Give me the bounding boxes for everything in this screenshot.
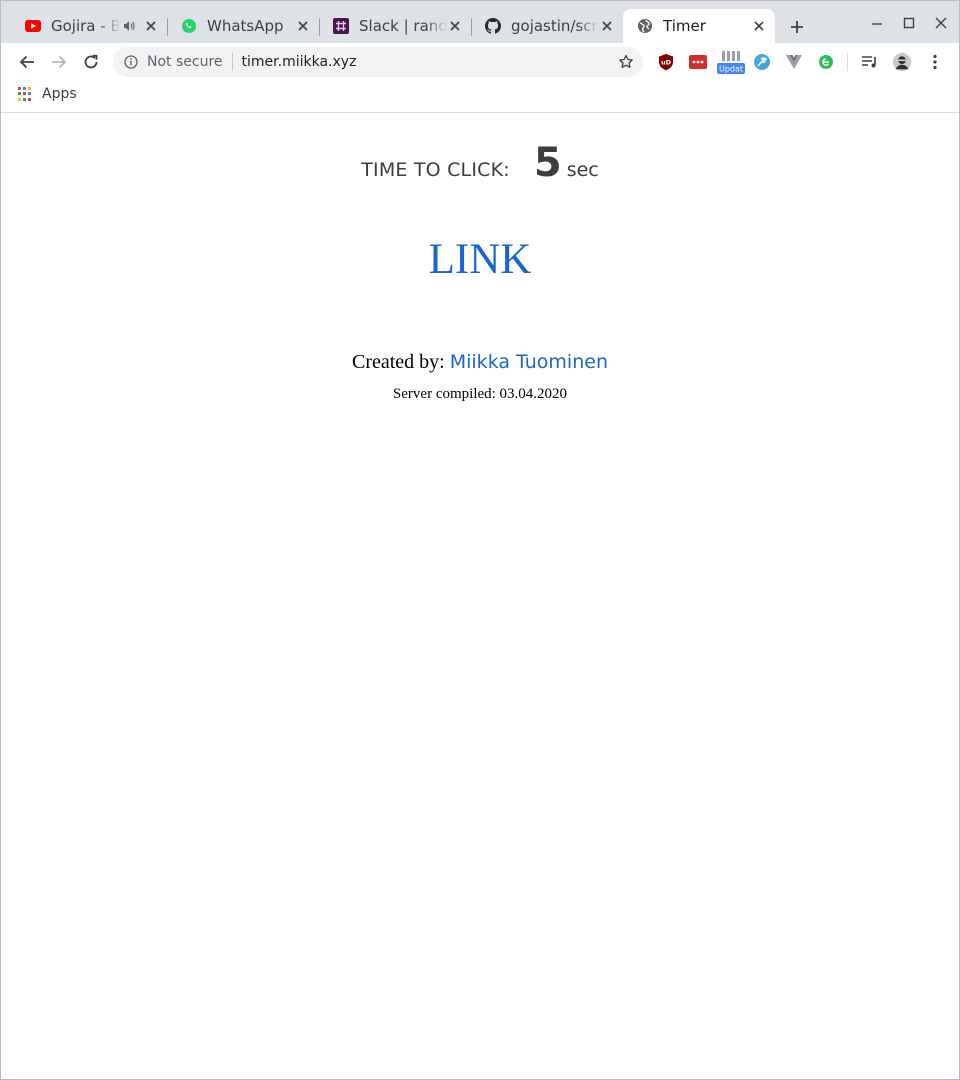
click-link[interactable]: LINK <box>429 236 532 283</box>
back-button[interactable] <box>15 50 39 74</box>
browser-window: Gojira - B WhatsApp Slack | rando <box>0 0 960 1080</box>
tab-title: WhatsApp <box>207 17 284 35</box>
tab-title: gojastin/scre <box>511 17 599 35</box>
info-icon[interactable] <box>123 54 139 70</box>
tab-slack[interactable]: Slack | rando <box>319 9 472 43</box>
tab-whatsapp[interactable]: WhatsApp <box>167 9 320 43</box>
minimize-button[interactable] <box>867 13 887 33</box>
github-icon <box>485 18 501 34</box>
close-icon[interactable] <box>447 18 463 34</box>
timer-display: TIME TO CLICK: 5 sec <box>1 141 959 185</box>
credits-line: Created by: Miikka Tuominen <box>1 351 959 374</box>
timer-value: 5 <box>533 140 562 186</box>
bookmark-star-icon[interactable] <box>617 53 635 71</box>
globe-icon <box>637 18 653 34</box>
toolbar: Not secure timer.miikka.xyz uD Updat <box>1 43 959 81</box>
security-status[interactable]: Not secure <box>147 54 223 70</box>
lastpass-icon[interactable] <box>688 52 708 72</box>
evernote-clipper-icon[interactable] <box>816 52 836 72</box>
close-icon[interactable] <box>295 18 311 34</box>
slack-icon <box>333 18 349 34</box>
update-extension-icon[interactable]: Updat <box>717 49 745 75</box>
apps-grid-icon <box>18 87 32 101</box>
reload-button[interactable] <box>79 50 103 74</box>
update-badge-text: Updat <box>719 65 743 74</box>
avatar[interactable] <box>892 52 912 72</box>
timer-label: TIME TO CLICK: <box>361 159 510 181</box>
feather-extension-icon[interactable] <box>752 52 772 72</box>
speaker-icon[interactable] <box>121 18 137 34</box>
apps-label: Apps <box>42 86 77 102</box>
tab-youtube[interactable]: Gojira - B <box>11 9 168 43</box>
close-icon[interactable] <box>143 18 159 34</box>
server-compiled-text: Server compiled: 03.04.2020 <box>392 386 568 402</box>
apps-shortcut[interactable]: Apps <box>18 86 77 102</box>
youtube-icon <box>25 18 41 34</box>
url-text[interactable]: timer.miikka.xyz <box>242 54 617 70</box>
tab-strip: Gojira - B WhatsApp Slack | rando <box>1 1 959 43</box>
media-controls-icon[interactable] <box>860 52 880 72</box>
page-content: TIME TO CLICK: 5 sec LINK Created by: Mi… <box>1 113 959 1079</box>
vue-devtools-icon[interactable] <box>784 52 804 72</box>
svg-text:uD: uD <box>661 59 672 67</box>
maximize-button[interactable] <box>899 13 919 33</box>
address-bar[interactable]: Not secure timer.miikka.xyz <box>113 47 643 77</box>
created-by-label: Created by: <box>351 351 445 373</box>
tab-title: Slack | rando <box>359 17 447 35</box>
menu-kebab-icon[interactable] <box>925 52 945 72</box>
tab-timer[interactable]: Timer <box>623 9 775 43</box>
whatsapp-icon <box>181 18 197 34</box>
bookmarks-bar: Apps <box>1 81 959 113</box>
timer-unit: sec <box>566 159 599 181</box>
author-link[interactable]: Miikka Tuominen <box>450 351 608 373</box>
forward-button[interactable] <box>47 50 71 74</box>
new-tab-button[interactable] <box>787 17 807 37</box>
close-icon[interactable] <box>751 18 767 34</box>
tab-title: Gojira - B <box>51 17 121 35</box>
link-container: LINK <box>1 235 959 284</box>
close-icon[interactable] <box>599 18 615 34</box>
tab-github[interactable]: gojastin/scre <box>471 9 623 43</box>
ublock-origin-icon[interactable]: uD <box>656 52 676 72</box>
tab-title: Timer <box>663 17 706 35</box>
close-window-button[interactable] <box>931 13 951 33</box>
